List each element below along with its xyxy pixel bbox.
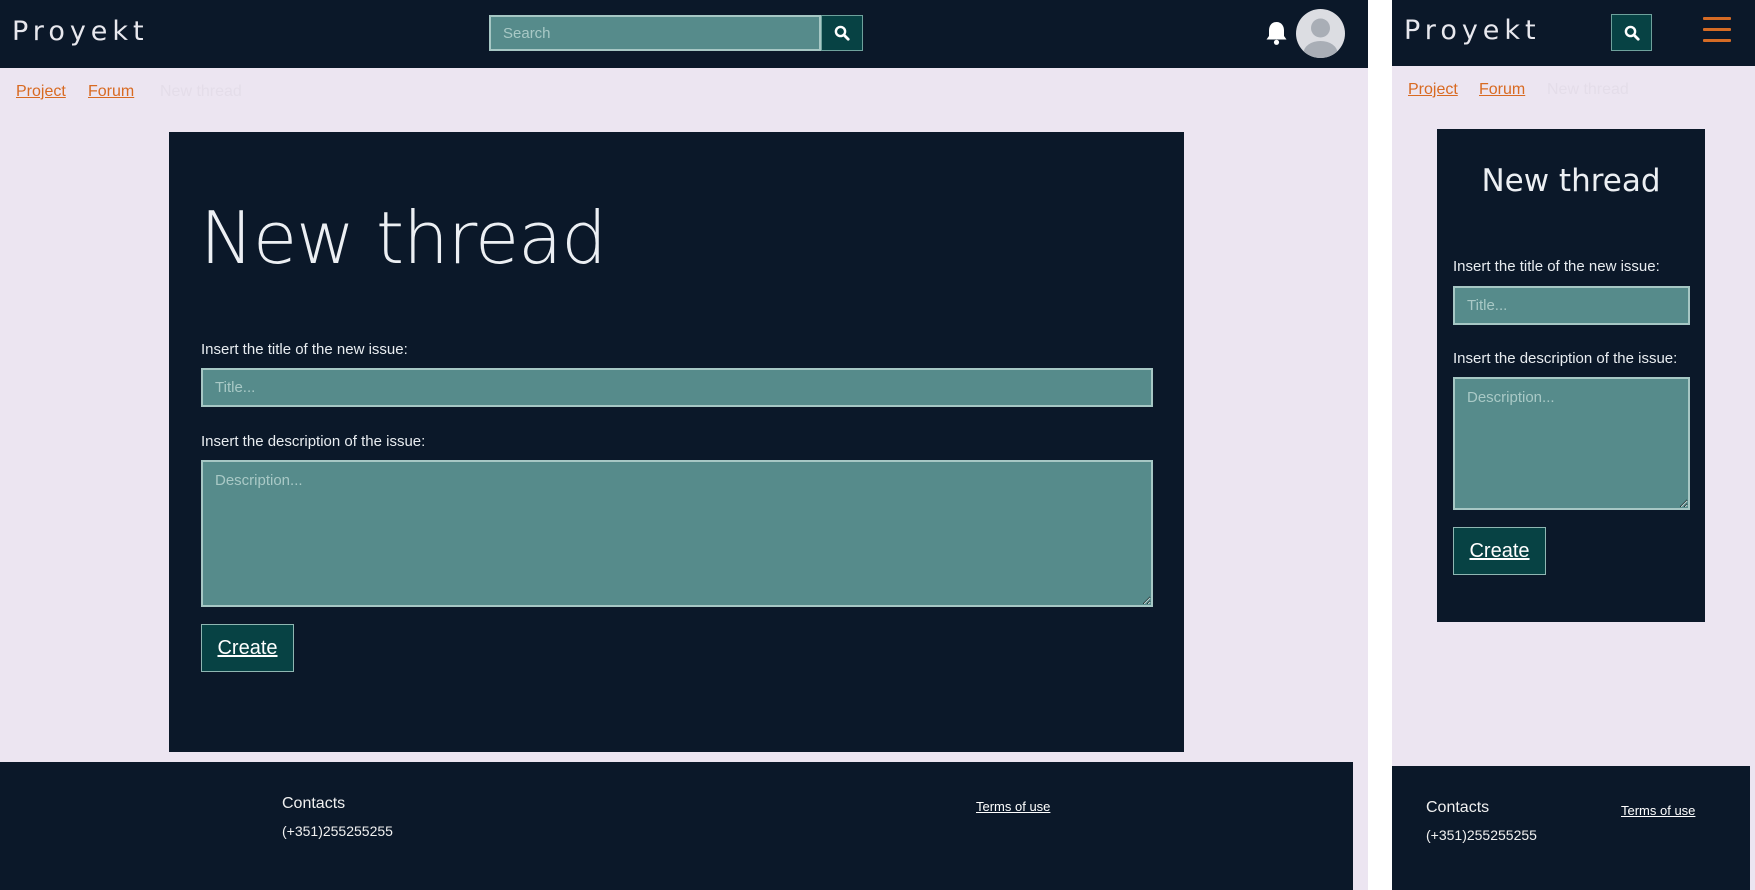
breadcrumb-current: New thread	[1547, 81, 1629, 98]
description-textarea[interactable]	[1453, 377, 1690, 510]
breadcrumb-project[interactable]: Project	[16, 83, 66, 101]
terms-of-use-link[interactable]: Terms of use	[1621, 803, 1695, 818]
desktop-view: Proyekt Project Forum New thread New thr…	[0, 0, 1368, 890]
search-icon	[834, 25, 850, 41]
search-button[interactable]	[1611, 14, 1652, 51]
create-button[interactable]: Create	[201, 624, 294, 672]
mobile-navbar: Proyekt	[1392, 0, 1755, 66]
footer: Contacts (+351)255255255 Terms of use	[1392, 766, 1750, 890]
footer-phone: (+351)255255255	[282, 823, 393, 839]
mobile-view: Proyekt Project Forum New thread New thr…	[1392, 0, 1755, 890]
terms-of-use-link[interactable]: Terms of use	[976, 799, 1050, 814]
breadcrumb-forum[interactable]: Forum	[1479, 81, 1525, 99]
search-button[interactable]	[821, 15, 863, 51]
new-thread-card: New thread Insert the title of the new i…	[169, 132, 1184, 752]
top-navbar: Proyekt	[0, 0, 1368, 68]
avatar[interactable]	[1296, 9, 1345, 58]
title-label: Insert the title of the new issue:	[1453, 258, 1660, 275]
search-input[interactable]	[489, 15, 821, 51]
breadcrumb-project[interactable]: Project	[1408, 81, 1458, 99]
description-label: Insert the description of the issue:	[1453, 350, 1678, 367]
description-textarea[interactable]	[201, 460, 1153, 607]
new-thread-card: New thread Insert the title of the new i…	[1437, 129, 1705, 622]
title-input[interactable]	[1453, 286, 1690, 325]
footer-contacts-heading: Contacts	[282, 795, 346, 812]
hamburger-menu-icon[interactable]	[1703, 17, 1731, 47]
create-button[interactable]: Create	[1453, 527, 1546, 575]
brand-logo[interactable]: Proyekt	[12, 16, 149, 47]
search-icon	[1624, 25, 1640, 41]
footer-contacts-heading: Contacts	[1426, 799, 1490, 816]
description-label: Insert the description of the issue:	[201, 433, 426, 450]
breadcrumb-forum[interactable]: Forum	[88, 83, 134, 101]
title-input[interactable]	[201, 368, 1153, 407]
brand-logo[interactable]: Proyekt	[1404, 15, 1541, 46]
breadcrumb-current: New thread	[160, 83, 242, 100]
title-label: Insert the title of the new issue:	[201, 341, 408, 358]
footer: Contacts (+351)255255255 Terms of use	[0, 762, 1353, 890]
footer-phone: (+351)255255255	[1426, 827, 1537, 843]
page-title: New thread	[200, 196, 607, 280]
bell-icon[interactable]	[1264, 20, 1289, 46]
page-title: New thread	[1481, 163, 1661, 199]
